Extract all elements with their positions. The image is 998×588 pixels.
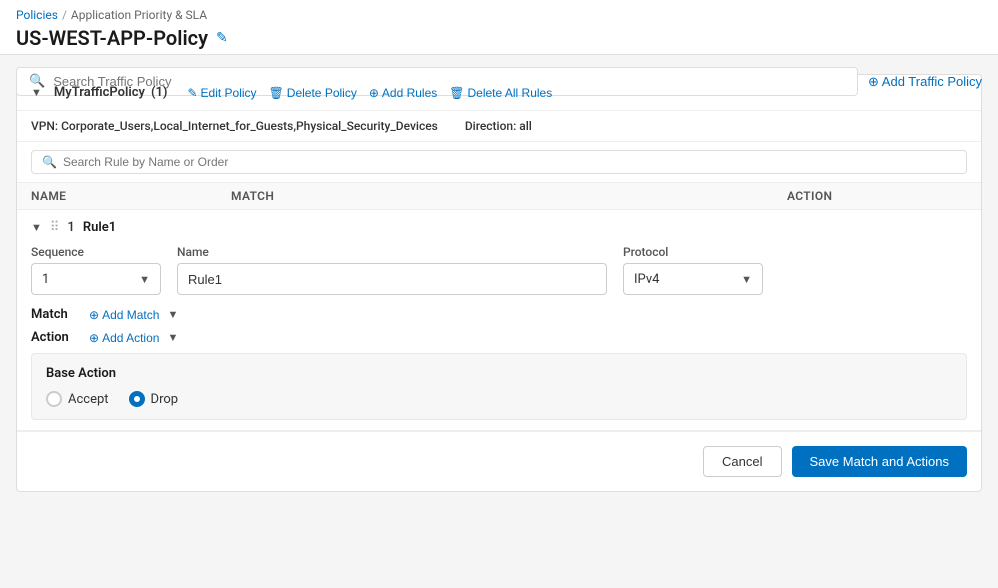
direction-value: all — [519, 119, 532, 133]
rule-search-icon: 🔍 — [42, 155, 57, 169]
direction-label: Direction: — [465, 119, 516, 133]
base-action-radio-group: Accept Drop — [46, 391, 952, 407]
name-input[interactable] — [177, 263, 607, 295]
action-chevron-icon[interactable]: ▼ — [167, 331, 178, 344]
protocol-field-group: Protocol IPv4 ▼ — [623, 245, 763, 295]
sequence-value: 1 — [42, 272, 139, 287]
rule-search-input[interactable] — [63, 155, 956, 169]
breadcrumb-current: Application Priority & SLA — [71, 8, 207, 22]
delete-all-rules-button[interactable]: 🗑 Delete All Rules — [449, 86, 552, 100]
col-match: MATCH — [231, 189, 787, 203]
rule-name-display: Rule1 — [83, 220, 116, 235]
radio-accept-circle — [46, 391, 62, 407]
rules-table-header: NAME MATCH ACTION — [17, 183, 981, 210]
delete-policy-button[interactable]: 🗑 Delete Policy — [269, 86, 357, 100]
sequence-field-group: Sequence 1 ▼ — [31, 245, 161, 295]
match-chevron-icon[interactable]: ▼ — [167, 308, 178, 321]
radio-drop[interactable]: Drop — [129, 391, 179, 407]
radio-accept[interactable]: Accept — [46, 391, 109, 407]
policy-card: ▼ MyTrafficPolicy (1) ✎ Edit Policy 🗑 De… — [16, 74, 982, 492]
sequence-select[interactable]: 1 ▼ — [31, 263, 161, 295]
breadcrumb: Policies / Application Priority & SLA — [16, 8, 982, 22]
breadcrumb-separator: / — [62, 8, 67, 22]
rule-drag-handle-icon[interactable]: ⠿ — [50, 220, 60, 235]
breadcrumb-policies-link[interactable]: Policies — [16, 8, 58, 22]
policy-actions: ✎ Edit Policy 🗑 Delete Policy ⊕ Add Rule… — [187, 86, 552, 100]
radio-drop-circle — [129, 391, 145, 407]
save-match-actions-button[interactable]: Save Match and Actions — [792, 446, 967, 477]
add-traffic-policy-button[interactable]: ⊕ Add Traffic Policy — [868, 74, 982, 90]
name-field-label: Name — [177, 245, 607, 259]
policy-name: MyTrafficPolicy — [54, 85, 145, 100]
match-row: Match ⊕ Add Match ▼ — [31, 307, 967, 322]
policy-collapse-icon[interactable]: ▼ — [31, 86, 42, 99]
match-label: Match — [31, 307, 81, 322]
rule-number: 1 — [67, 220, 74, 235]
sequence-chevron-icon: ▼ — [139, 273, 150, 286]
name-field-group: Name — [177, 245, 607, 295]
col-action: ACTION — [787, 189, 967, 203]
radio-accept-label: Accept — [68, 392, 109, 407]
protocol-label: Protocol — [623, 245, 763, 259]
edit-policy-button[interactable]: ✎ Edit Policy — [187, 86, 256, 100]
protocol-chevron-icon: ▼ — [741, 273, 752, 286]
edit-policy-icon: ✎ — [187, 86, 197, 100]
add-action-icon: ⊕ — [89, 331, 99, 345]
rule-collapse-icon[interactable]: ▼ — [31, 221, 42, 234]
add-match-icon: ⊕ — [89, 308, 99, 322]
action-label: Action — [31, 330, 81, 345]
rule-search-row: 🔍 — [17, 142, 981, 183]
sequence-label: Sequence — [31, 245, 161, 259]
action-row: Action ⊕ Add Action ▼ — [31, 330, 967, 345]
policy-count: (1) — [151, 85, 168, 100]
vpn-label: VPN: — [31, 119, 58, 133]
edit-title-icon[interactable]: ✎ — [216, 30, 228, 46]
add-match-button[interactable]: ⊕ Add Match — [89, 308, 159, 322]
rule-fields: Sequence 1 ▼ Name Protocol IPv4 ▼ — [31, 245, 967, 295]
delete-policy-icon: 🗑 — [269, 86, 284, 100]
base-action-title: Base Action — [46, 366, 952, 381]
cancel-button[interactable]: Cancel — [703, 446, 781, 477]
footer-buttons: Cancel Save Match and Actions — [17, 431, 981, 491]
vpn-value: Corporate_Users,Local_Internet_for_Guest… — [61, 119, 438, 133]
rule-row: ▼ ⠿ 1 Rule1 Sequence 1 ▼ Name — [17, 210, 981, 431]
page-title: US-WEST-APP-Policy — [16, 26, 208, 50]
protocol-value: IPv4 — [634, 272, 741, 287]
col-name: NAME — [31, 189, 231, 203]
radio-drop-label: Drop — [151, 392, 179, 407]
vpn-info: VPN: Corporate_Users,Local_Internet_for_… — [17, 111, 981, 142]
protocol-select[interactable]: IPv4 ▼ — [623, 263, 763, 295]
delete-all-icon: 🗑 — [449, 86, 464, 100]
add-action-button[interactable]: ⊕ Add Action — [89, 331, 159, 345]
base-action-section: Base Action Accept Drop — [31, 353, 967, 420]
add-rules-button[interactable]: ⊕ Add Rules — [369, 86, 437, 100]
add-rules-icon: ⊕ — [369, 86, 379, 100]
